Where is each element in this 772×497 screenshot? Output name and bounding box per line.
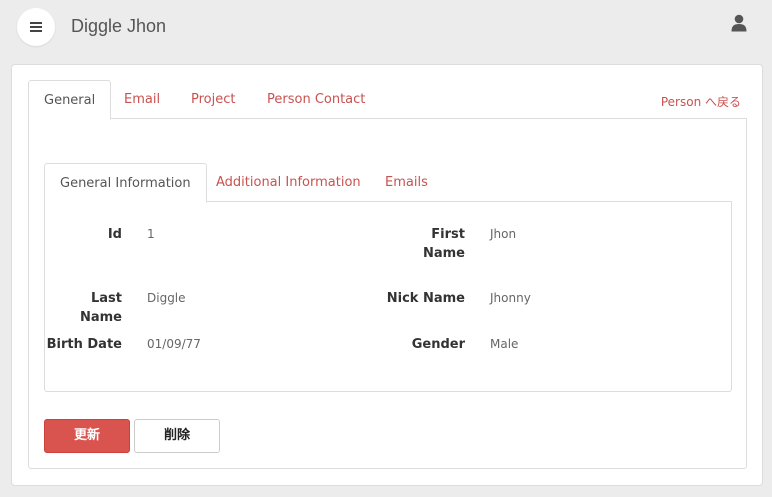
tab-general-information[interactable]: General Information xyxy=(44,163,207,203)
gender-label: Gender xyxy=(411,337,465,352)
tab-emails[interactable]: Emails xyxy=(385,163,428,202)
tab-email[interactable]: Email xyxy=(124,80,160,119)
general-information-panel: Id 1 First Name Jhon Last Name Diggle Ni… xyxy=(44,202,732,392)
tab-project[interactable]: Project xyxy=(191,80,235,119)
user-icon[interactable] xyxy=(731,14,747,32)
main-tabs: General Email Project Person Contact Per… xyxy=(28,80,747,120)
id-label: Id xyxy=(107,227,122,242)
hamburger-icon xyxy=(30,22,42,32)
first-name-label: First Name xyxy=(422,227,465,261)
top-bar: Diggle Jhon xyxy=(0,0,772,56)
page-title: Diggle Jhon xyxy=(71,16,167,36)
tab-additional-information[interactable]: Additional Information xyxy=(216,163,361,202)
first-name-value: Jhon xyxy=(490,227,517,241)
menu-button[interactable] xyxy=(17,8,55,46)
tab-person-contact[interactable]: Person Contact xyxy=(267,80,365,119)
last-name-value: Diggle xyxy=(147,291,186,305)
general-panel: General Information Additional Informati… xyxy=(28,119,747,469)
birth-date-label: Birth Date xyxy=(46,337,122,352)
last-name-label: Last Name xyxy=(79,291,122,325)
update-button[interactable]: 更新 xyxy=(44,419,130,453)
back-to-person-link[interactable]: Person へ戻る xyxy=(661,93,741,110)
birth-date-value: 01/09/77 xyxy=(147,337,201,351)
delete-button[interactable]: 削除 xyxy=(134,419,220,453)
id-value: 1 xyxy=(147,227,155,241)
sub-tabs: General Information Additional Informati… xyxy=(44,163,732,203)
nick-name-label: Nick Name xyxy=(386,291,465,306)
main-card: General Email Project Person Contact Per… xyxy=(11,64,763,486)
gender-value: Male xyxy=(490,337,519,351)
nick-name-value: Jhonny xyxy=(490,291,531,305)
tab-general[interactable]: General xyxy=(28,80,112,120)
